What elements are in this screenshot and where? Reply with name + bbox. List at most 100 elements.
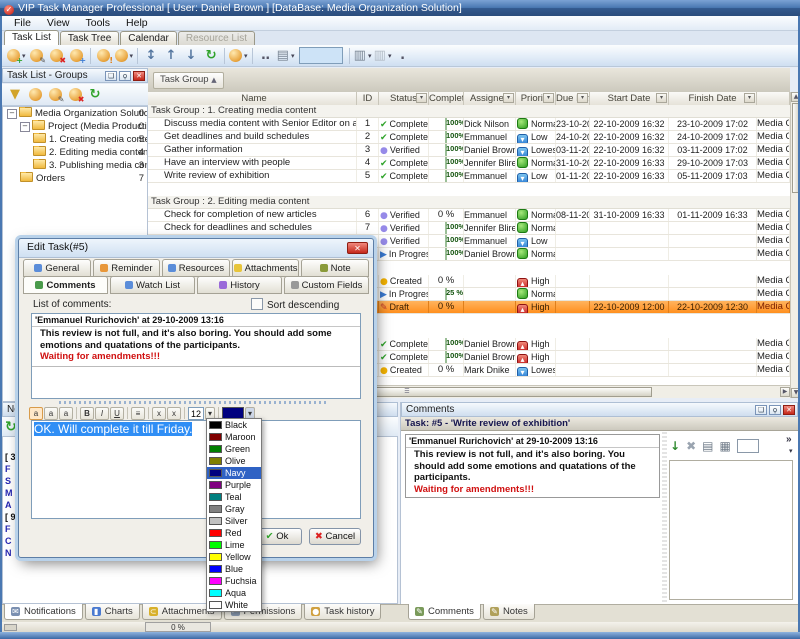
close-icon[interactable]: ✕ (133, 71, 145, 81)
tree-item-project-media-production[interactable]: −Project (Media Production W0 (3, 120, 147, 133)
filter-dropdown-icon[interactable]: ▾ (656, 93, 667, 103)
edit-group-button[interactable]: ✎ (46, 86, 64, 104)
dots-button[interactable]: ‥ (257, 47, 275, 65)
superscript-button[interactable]: x (167, 407, 181, 420)
bottom-tab-charts[interactable]: ▮Charts (85, 604, 140, 620)
filter-dropdown-icon[interactable]: ▾ (503, 93, 514, 103)
tab-task-tree[interactable]: Task Tree (60, 31, 119, 45)
column-header-due-date[interactable]: Due Date▾ (556, 92, 590, 105)
bottom-tab-task-history[interactable]: ●Task history (304, 604, 381, 620)
underline-button[interactable]: U (110, 407, 124, 420)
search-input[interactable] (299, 47, 343, 64)
find-button[interactable]: ▥▾ (354, 47, 372, 65)
align-right-button[interactable]: a (59, 407, 73, 420)
group-by-button[interactable]: Task Group ▲ (153, 72, 224, 89)
delete-comment-icon[interactable]: ✖ (686, 439, 696, 453)
align-center-button[interactable]: a (44, 407, 58, 420)
tab-task-list[interactable]: Task List (4, 30, 59, 45)
move-down-button[interactable]: ↓ (182, 47, 200, 65)
tree-item-media-organization-solut[interactable]: −Media Organization Solution0 (3, 107, 147, 120)
tree-item-1-creating-media-conten[interactable]: 1. Creating media conten5 (3, 133, 147, 146)
dialog-tab-attachments[interactable]: Attachments (232, 259, 300, 277)
filter-dropdown-icon[interactable]: ▾ (416, 93, 427, 103)
checkbox-icon[interactable] (251, 298, 263, 310)
task-row[interactable]: Gather information3●Verified100%Daniel B… (148, 144, 790, 157)
tab-calendar[interactable]: Calendar (120, 31, 177, 45)
italic-button[interactable]: I (95, 407, 109, 420)
new-task-button[interactable]: +▾ (7, 47, 26, 65)
dialog-tab-note[interactable]: Note (301, 259, 369, 277)
color-option-aqua[interactable]: Aqua (207, 587, 261, 599)
color-option-gray[interactable]: Gray (207, 503, 261, 515)
edit-task-button[interactable]: ✎ (28, 47, 46, 65)
panel-splitter[interactable] (662, 432, 667, 602)
column-header-project[interactable] (757, 92, 790, 105)
color-box-icon[interactable] (737, 439, 759, 453)
dialog-tab-comments[interactable]: Comments (23, 276, 108, 294)
pin-icon[interactable]: ϙ (769, 405, 781, 415)
comment-editor[interactable]: OK. Will complete it till Friday. (31, 420, 361, 519)
bottom-tab-comments[interactable]: ✎Comments (408, 604, 481, 620)
task-row[interactable]: Get deadlines and build schedules2✔Compl… (148, 131, 790, 144)
tree-item-3-publishing-media-conte[interactable]: 3. Publishing media conte3 (3, 159, 147, 172)
print-icon[interactable]: ▤ (702, 439, 713, 453)
dialog-tab-watch-list[interactable]: Watch List (110, 276, 195, 294)
menu-help[interactable]: Help (118, 17, 156, 29)
menu-view[interactable]: View (39, 17, 78, 29)
duplicate-task-button[interactable]: + (68, 47, 86, 65)
more-button[interactable]: . (394, 47, 412, 65)
color-option-blue[interactable]: Blue (207, 563, 261, 575)
menu-file[interactable]: File (6, 17, 39, 29)
dialog-tab-reminder[interactable]: Reminder (93, 259, 161, 277)
filter-button[interactable]: ▼ (6, 86, 24, 104)
refresh-button[interactable]: ↻ (86, 86, 104, 104)
new-group-button[interactable] (26, 86, 44, 104)
chevron-down-icon[interactable]: ▾ (789, 447, 793, 455)
complete-task-button[interactable]: ! (95, 47, 113, 65)
new-comment-area[interactable] (669, 460, 793, 600)
expander-icon[interactable]: − (20, 122, 30, 132)
report-button[interactable]: ▤▾ (277, 47, 295, 65)
menu-tools[interactable]: Tools (78, 17, 119, 29)
task-row[interactable]: Check for deadlines and schedules7●Verif… (148, 222, 790, 235)
bottom-tab-notifications[interactable]: ✉Notifications (4, 604, 83, 620)
color-option-teal[interactable]: Teal (207, 491, 261, 503)
color-option-black[interactable]: Black (207, 419, 261, 431)
dialog-tab-history[interactable]: History (197, 276, 282, 294)
color-option-silver[interactable]: Silver (207, 515, 261, 527)
dialog-tab-resources[interactable]: Resources (162, 259, 230, 277)
comments-list[interactable]: 'Emmanuel Rurichovich' at 29-10-2009 13:… (31, 313, 361, 399)
column-header-start-date[interactable]: Start Date▾ (590, 92, 669, 105)
column-header-name[interactable]: Name (152, 92, 357, 105)
color-option-fuchsia[interactable]: Fuchsia (207, 575, 261, 587)
column-header-assigned[interactable]: Assigned▾ (464, 92, 516, 105)
align-left-button[interactable]: a (29, 407, 43, 420)
expand-all-button[interactable]: ↕ (142, 47, 160, 65)
column-header-finish-date[interactable]: Finish Date▾ (669, 92, 757, 105)
cancel-button[interactable]: ✖ Cancel (309, 528, 361, 545)
dialog-tab-general[interactable]: General (23, 259, 91, 277)
refresh-button[interactable]: ↻ (202, 47, 220, 65)
expander-icon[interactable]: − (7, 109, 17, 119)
assign-task-button[interactable]: ▾ (229, 47, 248, 65)
toolbar-overflow-icon[interactable]: » (786, 434, 792, 445)
tree-item-orders[interactable]: Orders7 (3, 172, 147, 185)
pin-icon[interactable]: ϙ (119, 71, 131, 81)
delete-group-button[interactable]: ✖ (66, 86, 84, 104)
task-actions-button[interactable]: ▾ (115, 47, 134, 65)
color-option-purple[interactable]: Purple (207, 479, 261, 491)
column-header-id[interactable]: ID (357, 92, 379, 105)
color-option-green[interactable]: Green (207, 443, 261, 455)
group-header-row[interactable]: Task Group : 1. Creating media content (148, 105, 790, 118)
move-up-button[interactable]: ↑ (162, 47, 180, 65)
task-row[interactable]: Discuss media content with Senior Editor… (148, 118, 790, 131)
panel-window-icon[interactable]: ❏ (755, 405, 767, 415)
highlight-button[interactable]: ▥▾ (374, 47, 392, 65)
column-header-priority[interactable]: Priority▾ (516, 92, 556, 105)
color-option-yellow[interactable]: Yellow (207, 551, 261, 563)
print-preview-icon[interactable]: ▦ (719, 439, 730, 453)
bullet-list-button[interactable]: ≡ (131, 407, 145, 420)
bottom-tab-notes[interactable]: ✎Notes (483, 604, 535, 620)
dialog-tab-custom-fields[interactable]: Custom Fields (284, 276, 369, 294)
color-option-navy[interactable]: Navy (207, 467, 261, 479)
